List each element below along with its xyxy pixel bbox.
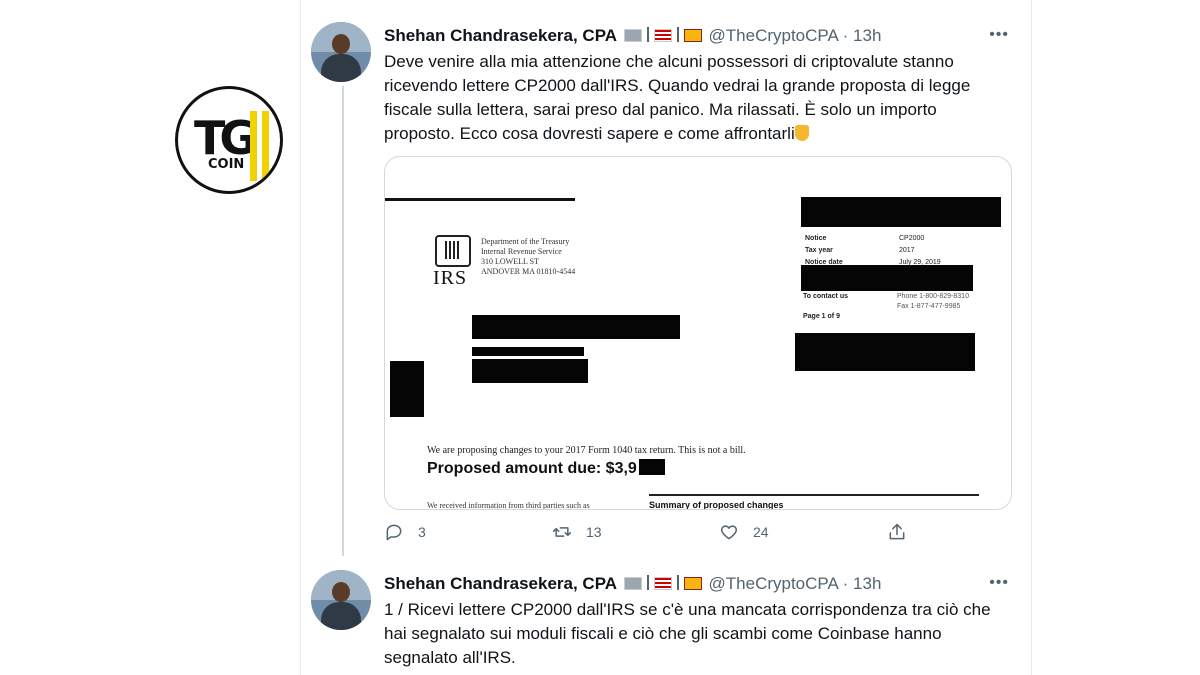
author-name[interactable]: Shehan Chandrasekera, CPA xyxy=(384,574,617,593)
more-options-icon[interactable]: ••• xyxy=(989,26,1009,44)
redaction xyxy=(472,359,588,383)
sri-lanka-flag-icon xyxy=(683,577,702,590)
tweet-feed: Shehan Chandrasekera, CPA @TheCryptoCPA … xyxy=(300,0,1032,675)
author-handle[interactable]: @TheCryptoCPA xyxy=(709,574,838,593)
avatar[interactable] xyxy=(311,22,371,82)
separator xyxy=(676,27,679,42)
redaction xyxy=(472,315,680,339)
thread-line xyxy=(342,86,344,556)
sri-lanka-flag-icon xyxy=(683,29,702,42)
summary-rule xyxy=(649,494,979,496)
author-handle[interactable]: @TheCryptoCPA xyxy=(709,26,838,45)
separator xyxy=(646,27,649,42)
proposed-amount: Proposed amount due: $3,9 xyxy=(427,459,665,478)
proposing-text: We are proposing changes to your 2017 Fo… xyxy=(427,445,746,456)
tweet-image[interactable]: IRS Department of the Treasury Internal … xyxy=(384,156,1012,510)
avatar[interactable] xyxy=(311,570,371,630)
flag-icon xyxy=(623,29,642,42)
contact-info: To contact us Phone 1-800-829-8310 Fax 1-… xyxy=(803,293,969,310)
retweet-icon xyxy=(552,527,572,537)
tweet-text: 1 / Ricevi lettere CP2000 dall'IRS se c'… xyxy=(384,600,991,667)
tweet-text: Deve venire alla mia attenzione che alcu… xyxy=(384,52,971,143)
redaction xyxy=(795,333,975,371)
tweet-header: Shehan Chandrasekera, CPA @TheCryptoCPA … xyxy=(384,574,882,593)
like-count: 24 xyxy=(753,524,769,540)
share-icon xyxy=(889,523,905,540)
retweet-button[interactable]: 13 xyxy=(552,522,602,542)
malaysia-flag-icon xyxy=(653,577,672,590)
redaction xyxy=(390,361,424,417)
share-button[interactable] xyxy=(887,522,907,542)
irs-logo: IRS xyxy=(433,235,471,290)
tweet-time[interactable]: 13h xyxy=(853,574,881,593)
logo-subtext: COIN xyxy=(208,157,245,172)
redaction xyxy=(801,197,1001,227)
tweet-time[interactable]: 13h xyxy=(853,26,881,45)
author-name[interactable]: Shehan Chandrasekera, CPA xyxy=(384,26,617,45)
irs-address: Department of the Treasury Internal Reve… xyxy=(481,237,576,276)
page-number: Page 1 of 9 xyxy=(803,313,840,320)
redaction xyxy=(472,347,584,356)
flag-icon xyxy=(623,577,642,590)
malaysia-flag-icon xyxy=(653,29,672,42)
tweet-actions: 3 13 24 xyxy=(384,522,1024,548)
irs-letters: IRS xyxy=(433,267,468,289)
reply-count: 3 xyxy=(418,524,426,540)
separator xyxy=(676,575,679,590)
received-text: We received information from third parti… xyxy=(427,501,590,510)
heart-icon xyxy=(720,525,738,540)
pointing-down-emoji-icon xyxy=(794,125,809,141)
separator xyxy=(646,575,649,590)
irs-eagle-icon xyxy=(435,235,471,267)
reply-button[interactable]: 3 xyxy=(384,522,426,542)
redaction xyxy=(638,459,665,475)
logo-bar xyxy=(262,111,269,181)
tweet-header: Shehan Chandrasekera, CPA @TheCryptoCPA … xyxy=(384,26,882,45)
logo-bar xyxy=(250,111,257,181)
reply-icon xyxy=(386,524,402,541)
more-options-icon[interactable]: ••• xyxy=(989,574,1009,592)
tgcoin-logo: TG COIN xyxy=(175,86,283,194)
doc-rule xyxy=(385,198,575,201)
redaction xyxy=(801,265,973,291)
summary-heading: Summary of proposed changes xyxy=(649,500,784,510)
like-button[interactable]: 24 xyxy=(719,522,769,542)
retweet-count: 13 xyxy=(586,524,602,540)
